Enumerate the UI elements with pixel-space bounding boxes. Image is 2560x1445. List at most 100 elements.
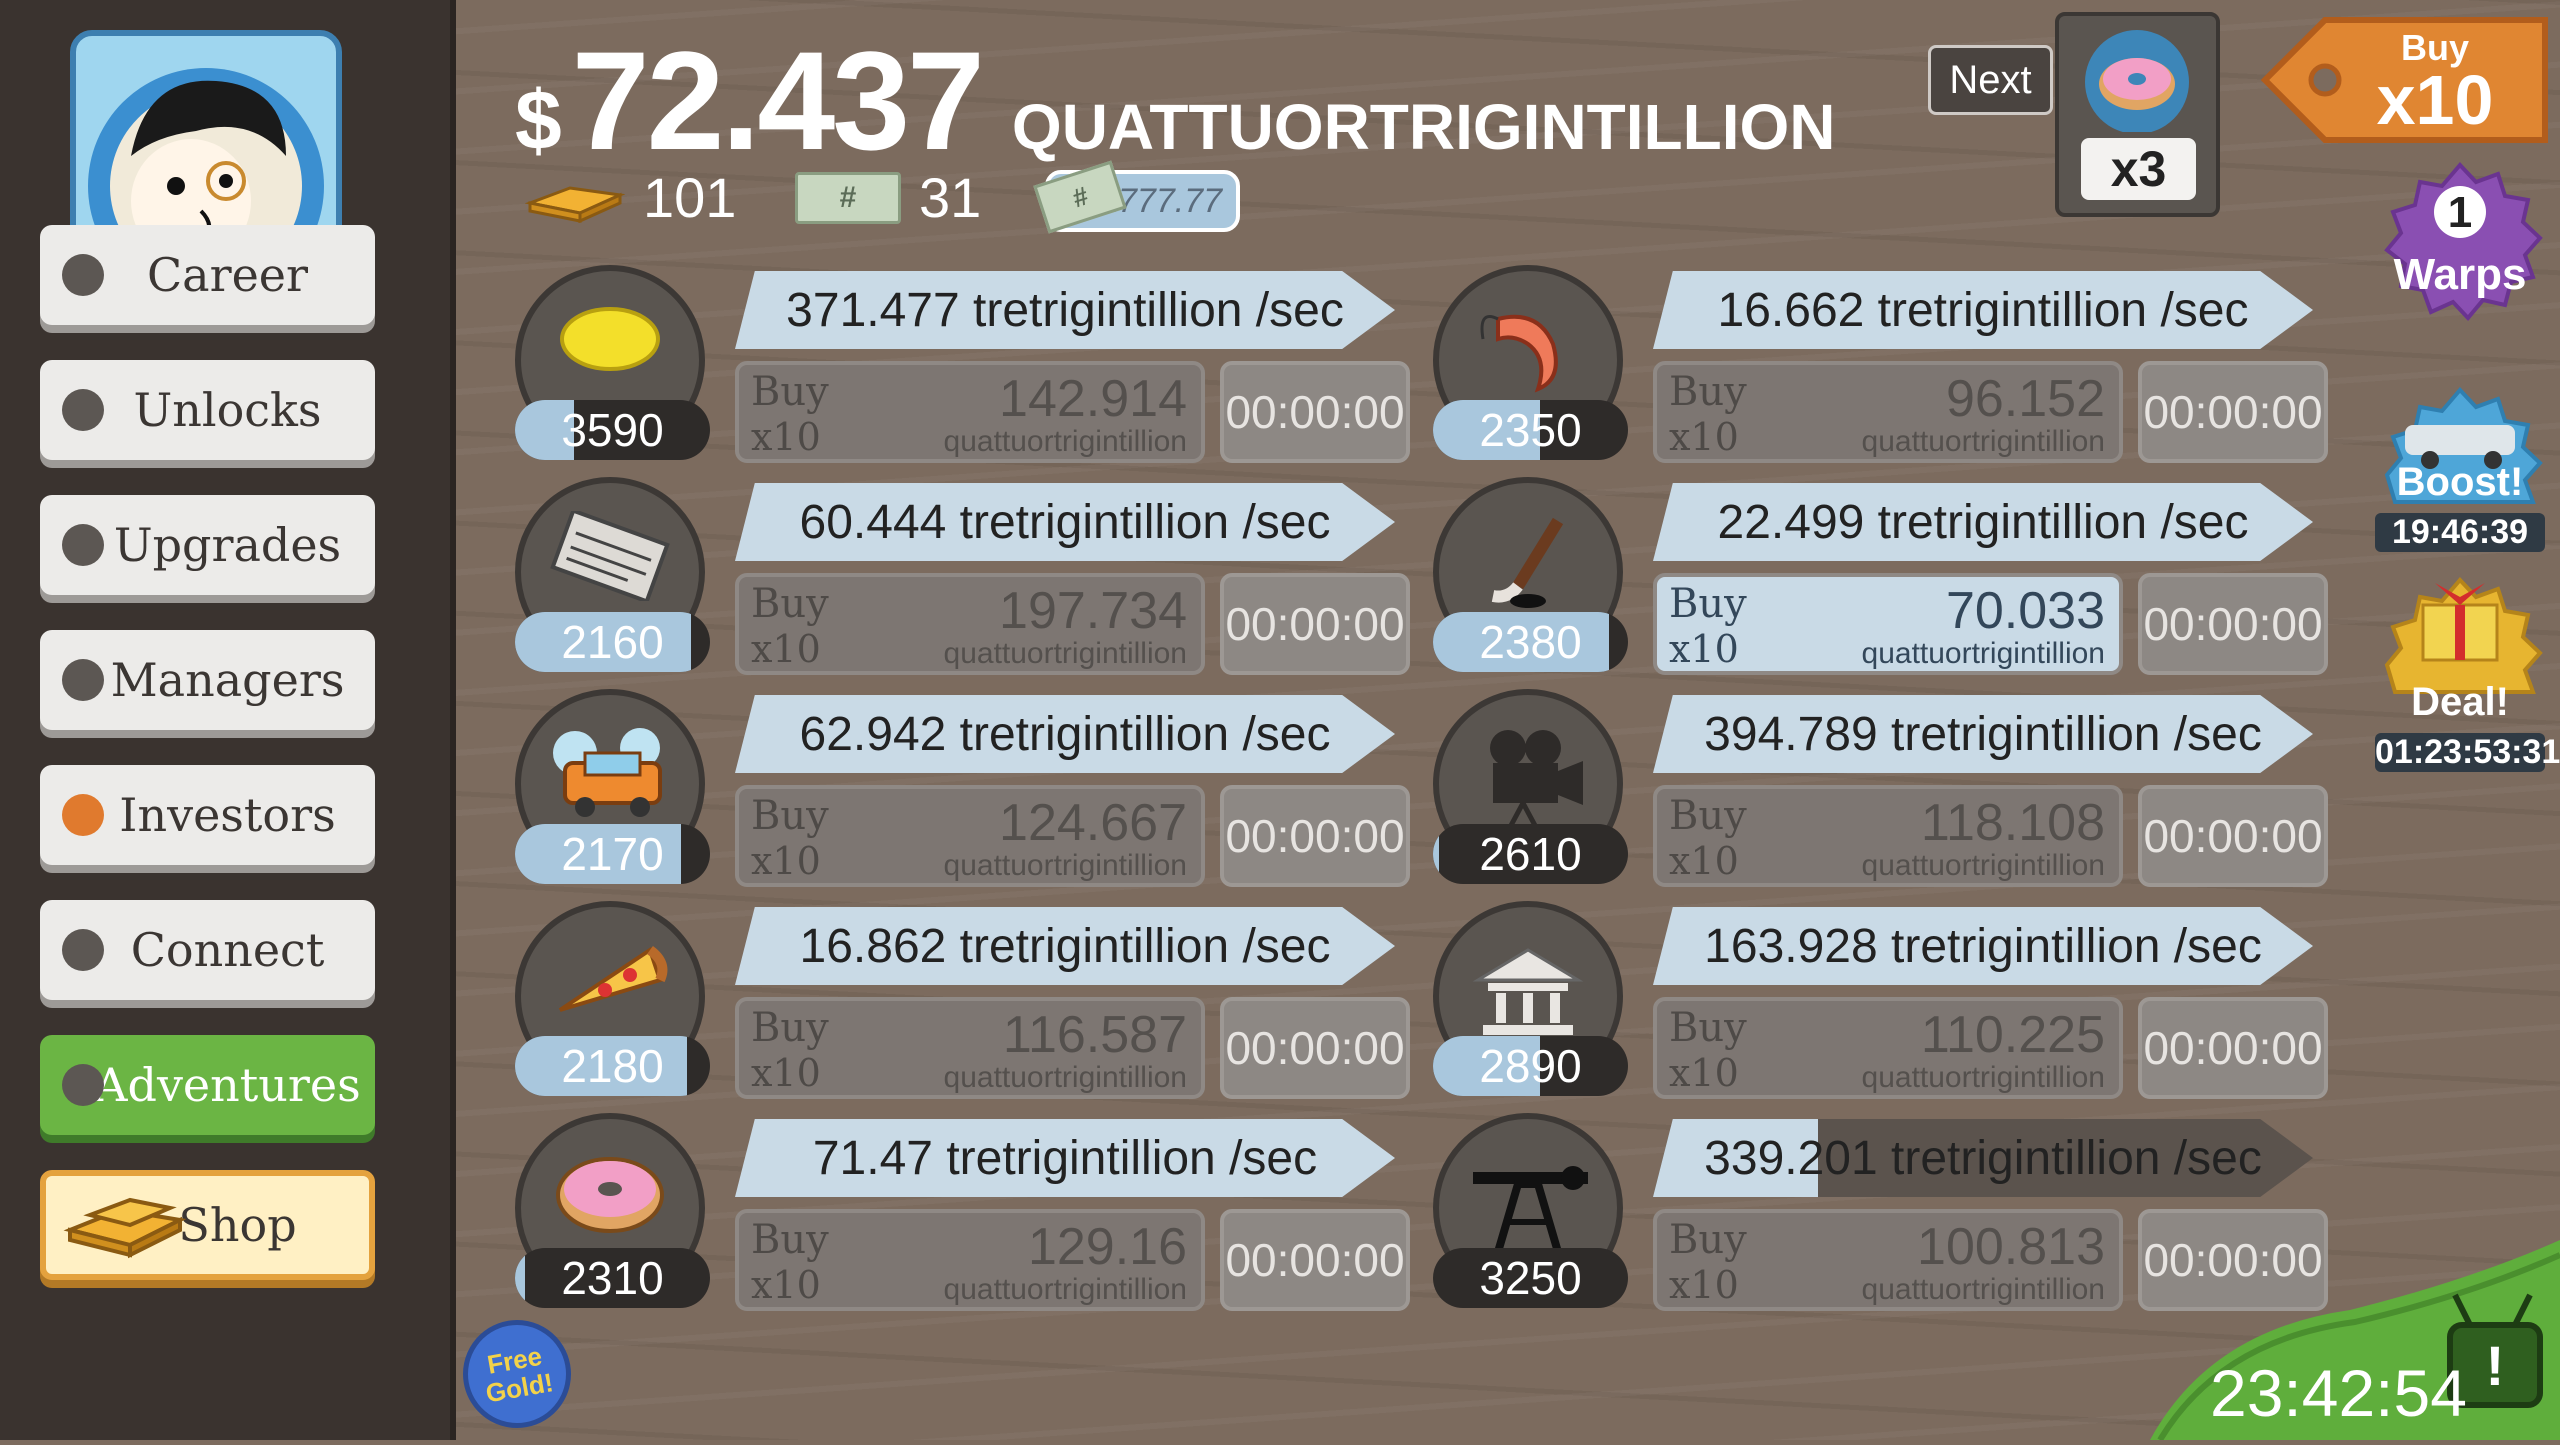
menu-managers-button[interactable]: Managers bbox=[40, 630, 375, 730]
shop-button[interactable]: Shop bbox=[40, 1170, 375, 1280]
progress-fill bbox=[515, 1248, 525, 1308]
gold-stat: 101 bbox=[525, 165, 736, 230]
currency-symbol: $ bbox=[515, 73, 562, 167]
buy-multiplier-button[interactable]: Buy x10 bbox=[2255, 5, 2555, 155]
buy-cost: 116.587 bbox=[1002, 1006, 1187, 1064]
buy-button[interactable]: Buy x10 197.734 quattuortrigintillion bbox=[735, 573, 1205, 675]
deal-timer: 01:23:53:31 bbox=[2375, 733, 2560, 772]
owned-count: 2890 bbox=[1433, 1036, 1628, 1096]
boost-label: Boost! bbox=[2396, 460, 2524, 504]
revenue-rate-value: 60.444 tretrigintillion /sec bbox=[799, 495, 1331, 549]
cycle-timer-value: 00:00:00 bbox=[2143, 598, 2323, 650]
menu-connect-button[interactable]: Connect bbox=[40, 900, 375, 1000]
status-dot-icon bbox=[62, 524, 104, 566]
buy-multiplier-value: x10 bbox=[2376, 61, 2494, 139]
buy-label: Buy bbox=[1669, 793, 1747, 839]
revenue-rate: 71.47 tretrigintillion /sec bbox=[735, 1119, 1395, 1197]
revenue-rate: 22.499 tretrigintillion /sec bbox=[1653, 483, 2313, 561]
menu-investors-button[interactable]: Investors bbox=[40, 765, 375, 865]
revenue-rate: 394.789 tretrigintillion /sec bbox=[1653, 695, 2313, 773]
revenue-rate: 339.201 tretrigintillion /sec bbox=[1653, 1119, 2313, 1197]
buy-cost-unit: quattuortrigintillion bbox=[943, 1273, 1187, 1306]
warps-badge-icon bbox=[2384, 162, 2543, 322]
buy-cost: 124.667 bbox=[999, 794, 1187, 852]
revenue-rate-value: 16.862 tretrigintillion /sec bbox=[799, 919, 1331, 973]
cycle-timer: 00:00:00 bbox=[1220, 361, 1410, 463]
deal-button[interactable]: Deal! 01:23:53:31 bbox=[2375, 575, 2560, 772]
buy-button[interactable]: Buy x10 142.914 quattuortrigintillion bbox=[735, 361, 1205, 463]
pizza-icon bbox=[550, 907, 670, 1030]
buy-label: Buy bbox=[1669, 369, 1747, 415]
buy-label: Buy bbox=[1669, 581, 1747, 627]
unlock-multiplier: x3 bbox=[2081, 138, 2196, 200]
money-display: $ 72.437 QUATTUORTRIGINTILLION bbox=[515, 20, 1836, 182]
business-row: 2170 62.942 tretrigintillion /sec Buy x1… bbox=[515, 689, 1415, 889]
warps-button[interactable]: 1 Warps bbox=[2375, 160, 2545, 330]
business-row: 3590 371.477 tretrigintillion /sec Buy x… bbox=[515, 265, 1415, 465]
buy-label: Buy bbox=[1669, 1005, 1747, 1051]
revenue-rate-value: 371.477 tretrigintillion /sec bbox=[786, 283, 1344, 337]
free-gold-label: Free Gold! bbox=[483, 1340, 556, 1409]
buy-quantity: x10 bbox=[1669, 1263, 1739, 1307]
car-wash-icon bbox=[540, 695, 680, 828]
boost-button[interactable]: Boost! 19:46:39 bbox=[2375, 385, 2545, 555]
donut-icon bbox=[550, 1119, 670, 1242]
buy-button[interactable]: Buy x10 100.813 quattuortrigintillion bbox=[1653, 1209, 2123, 1311]
gold-count: 101 bbox=[643, 166, 737, 229]
megabucks-stat: # 31 bbox=[795, 165, 981, 230]
hockey-icon bbox=[1473, 483, 1583, 616]
owned-count: 2610 bbox=[1433, 824, 1628, 884]
boost-timer: 19:46:39 bbox=[2375, 513, 2545, 552]
owned-count-value: 3250 bbox=[1479, 1252, 1582, 1304]
cycle-timer-value: 00:00:00 bbox=[1225, 386, 1405, 438]
revenue-rate-value: 16.662 tretrigintillion /sec bbox=[1717, 283, 2249, 337]
gold-bars-icon bbox=[525, 185, 625, 223]
sidebar: Career Unlocks Upgrades Managers Investo… bbox=[0, 0, 450, 1440]
owned-count: 3590 bbox=[515, 400, 710, 460]
buy-quantity: x10 bbox=[751, 1051, 821, 1095]
buy-quantity: x10 bbox=[1669, 1051, 1739, 1095]
menu-adventures-button[interactable]: Adventures bbox=[40, 1035, 375, 1135]
business-row: 2310 71.47 tretrigintillion /sec Buy x10… bbox=[515, 1113, 1415, 1313]
menu-upgrades-button[interactable]: Upgrades bbox=[40, 495, 375, 595]
buy-cost: 96.152 bbox=[1945, 370, 2105, 428]
owned-count-value: 2170 bbox=[561, 828, 664, 880]
cycle-timer: 00:00:00 bbox=[1220, 997, 1410, 1099]
business-row: 2160 60.444 tretrigintillion /sec Buy x1… bbox=[515, 477, 1415, 677]
buy-button[interactable]: Buy x10 118.108 quattuortrigintillion bbox=[1653, 785, 2123, 887]
lemon-icon bbox=[555, 271, 665, 384]
buy-quantity: x10 bbox=[751, 627, 821, 671]
cycle-timer: 00:00:00 bbox=[2138, 361, 2328, 463]
owned-count-value: 2160 bbox=[561, 616, 664, 668]
buy-button[interactable]: Buy x10 124.667 quattuortrigintillion bbox=[735, 785, 1205, 887]
buy-button[interactable]: Buy x10 96.152 quattuortrigintillion bbox=[1653, 361, 2123, 463]
cycle-timer-value: 00:00:00 bbox=[1225, 1234, 1405, 1286]
owned-count: 2180 bbox=[515, 1036, 710, 1096]
shrimp-icon bbox=[1468, 271, 1588, 404]
multiplier-badge[interactable]: # x777.77 bbox=[1033, 160, 1240, 234]
owned-count-value: 3590 bbox=[561, 404, 664, 456]
buy-label: Buy bbox=[751, 1005, 829, 1051]
cycle-timer-value: 00:00:00 bbox=[2143, 810, 2323, 862]
cycle-timer: 00:00:00 bbox=[1220, 573, 1410, 675]
menu-unlocks-button[interactable]: Unlocks bbox=[40, 360, 375, 460]
warps-count: 1 bbox=[2447, 188, 2473, 237]
cycle-timer-value: 00:00:00 bbox=[1225, 1022, 1405, 1074]
cycle-timer: 00:00:00 bbox=[1220, 1209, 1410, 1311]
menu-career-button[interactable]: Career bbox=[40, 225, 375, 325]
buy-button[interactable]: Buy x10 70.033 quattuortrigintillion bbox=[1653, 573, 2123, 675]
buy-button[interactable]: Buy x10 129.16 quattuortrigintillion bbox=[735, 1209, 1205, 1311]
next-label: Next bbox=[1949, 57, 2032, 102]
donut-icon bbox=[2085, 30, 2189, 132]
buy-button[interactable]: Buy x10 116.587 quattuortrigintillion bbox=[735, 997, 1205, 1099]
status-dot-icon bbox=[62, 1064, 104, 1106]
revenue-rate-value: 62.942 tretrigintillion /sec bbox=[799, 707, 1331, 761]
next-unlock-card[interactable]: x3 bbox=[2055, 12, 2220, 217]
buy-button[interactable]: Buy x10 110.225 quattuortrigintillion bbox=[1653, 997, 2123, 1099]
owned-count-value: 2350 bbox=[1479, 404, 1582, 456]
buy-quantity: x10 bbox=[751, 839, 821, 883]
cycle-timer: 00:00:00 bbox=[2138, 573, 2328, 675]
buy-cost: 110.225 bbox=[1920, 1006, 2105, 1064]
buy-cost: 118.108 bbox=[1920, 794, 2105, 852]
buy-label: Buy bbox=[751, 581, 829, 627]
